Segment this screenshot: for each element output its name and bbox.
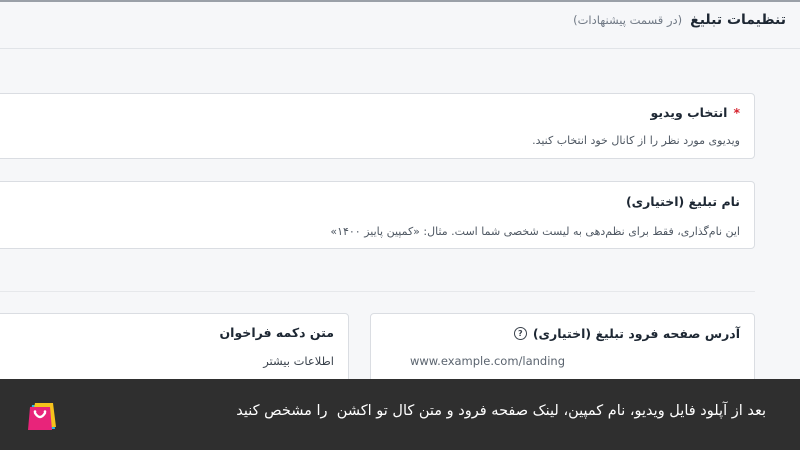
campaign-name-label: نام تبلیغ (اختیاری)	[625, 194, 740, 209]
video-select-field[interactable]: * انتخاب ویدیو ویدیوی مورد نظر را از کانا…	[0, 93, 755, 159]
help-icon[interactable]: ?	[513, 327, 527, 340]
required-mark: *	[733, 105, 740, 120]
campaign-name-field[interactable]: نام تبلیغ (اختیاری) این نام‌گذاری، فقط ب…	[0, 181, 755, 249]
header-divider	[0, 48, 800, 49]
video-label-text: انتخاب ویدیو	[650, 105, 728, 120]
caption-text: بعد از آپلود فایل ویدیو، نام کمپین، لینک…	[236, 403, 766, 419]
page-title: تنظیمات تبلیغ	[690, 12, 786, 28]
page-header: تنظیمات تبلیغ (در قسمت پیشنهادات)	[573, 12, 786, 28]
section-divider	[0, 291, 755, 292]
cta-value[interactable]: اطلاعات بیشتر	[263, 354, 334, 368]
landing-url-input[interactable]: www.example.com/landing	[410, 354, 740, 368]
page-subtitle: (در قسمت پیشنهادات)	[573, 13, 683, 27]
campaign-name-description: این نام‌گذاری، فقط برای نظم‌دهی به لیست …	[330, 225, 740, 238]
top-border	[0, 0, 800, 2]
landing-url-label-text: آدرس صفحه فرود تبلیغ (اختیاری)	[532, 326, 740, 341]
shopping-bag-logo-icon	[28, 403, 56, 430]
caption-bar: بعد از آپلود فایل ویدیو، نام کمپین، لینک…	[0, 379, 800, 450]
video-field-label: * انتخاب ویدیو	[651, 105, 740, 120]
landing-url-label: آدرس صفحه فرود تبلیغ (اختیاری) ?	[513, 326, 740, 341]
video-field-description: ویدیوی مورد نظر را از کانال خود انتخاب ک…	[532, 134, 740, 147]
cta-label: متن دکمه فراخوان	[219, 325, 334, 340]
